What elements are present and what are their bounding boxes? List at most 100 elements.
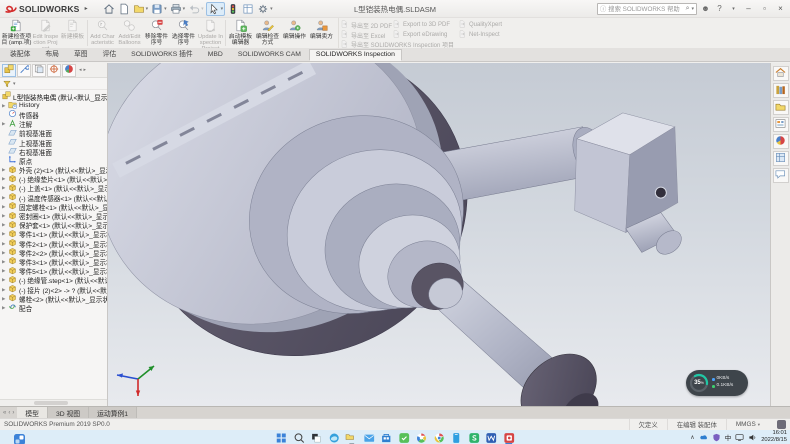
print-button[interactable]: ▾: [169, 2, 187, 16]
options-button[interactable]: ▾: [256, 2, 274, 16]
system-monitor-overlay[interactable]: 35% 0KB/s 0.1KB/s: [686, 370, 748, 396]
taskbar-task-view-icon[interactable]: [310, 431, 322, 443]
balloons-button[interactable]: Add/Edit Balloons: [116, 18, 143, 48]
fm-tab-fm-disp[interactable]: [62, 64, 76, 77]
hex-nut-front-face[interactable]: [575, 139, 630, 233]
taskpane-appearances-button[interactable]: [773, 134, 789, 149]
export-item[interactable]: 导出至 Excel: [341, 30, 385, 40]
nav-next-icon[interactable]: ›: [12, 410, 14, 416]
security-shield-icon[interactable]: [712, 433, 721, 442]
cm-tab-6[interactable]: SOLIDWORKS CAM: [231, 49, 308, 61]
help-caret-icon[interactable]: ▾: [728, 6, 739, 12]
bottom-tab-2[interactable]: 运动算例1: [89, 407, 137, 418]
undo-button[interactable]: ▾: [187, 2, 205, 16]
rebuild-button[interactable]: [226, 2, 240, 16]
taskbar-mail-icon[interactable]: [363, 431, 375, 443]
taskpane-custom-properties-button[interactable]: [773, 151, 789, 166]
help-icon[interactable]: ?: [714, 4, 725, 13]
menu-flyout-arrow[interactable]: ▸: [85, 5, 88, 12]
edit-methods-button[interactable]: 编辑检查方式: [254, 18, 281, 48]
taskpane-file-explorer-button[interactable]: [773, 100, 789, 115]
template-editor-button[interactable]: 启动模板编辑器: [227, 18, 254, 48]
widgets-button[interactable]: [14, 432, 25, 444]
characteristic-button[interactable]: Add Characteristic: [89, 18, 116, 48]
taskpane-view-palette-button[interactable]: [773, 117, 789, 132]
home-button[interactable]: [102, 2, 116, 16]
fm-tabs-overflow-left-icon[interactable]: ◂: [79, 67, 82, 73]
scrollbar-thumb[interactable]: [34, 401, 68, 405]
taskbar-app-red-icon[interactable]: [503, 431, 515, 443]
graphics-viewport[interactable]: 35% 0KB/s 0.1KB/s: [108, 63, 770, 406]
nav-first-icon[interactable]: «: [3, 410, 6, 416]
cm-tab-4[interactable]: SOLIDWORKS 插件: [124, 46, 200, 61]
minimize-button[interactable]: –: [742, 2, 755, 15]
insp-edit-button[interactable]: Edit Inspection Project: [32, 18, 59, 48]
taskbar-app-phone-icon[interactable]: [450, 431, 462, 443]
taskbar-file-explorer-icon[interactable]: [345, 431, 357, 443]
search-icon[interactable]: ⌕: [686, 5, 690, 13]
solidworks-status-icon[interactable]: [777, 420, 786, 429]
restore-button[interactable]: ▫: [758, 2, 771, 15]
search-input[interactable]: ⓘ 搜索 SOLIDWORKS 帮助 ⌕ ▾: [597, 3, 697, 15]
insp-template-button[interactable]: 新建模板: [59, 18, 86, 48]
tree-filter[interactable]: ▾: [0, 78, 107, 90]
export-item[interactable]: Export eDrawing: [393, 30, 447, 40]
fm-tabs-overflow-right-icon[interactable]: ▸: [84, 67, 87, 73]
login-user-icon[interactable]: ☻: [700, 4, 711, 13]
cm-tab-3[interactable]: 评估: [96, 46, 124, 61]
3d-model-thermocouple-assembly[interactable]: [108, 63, 770, 406]
taskbar-app-s-icon[interactable]: [468, 431, 480, 443]
taskbar-app-colorwheel-icon[interactable]: [415, 431, 427, 443]
cm-tab-2[interactable]: 草图: [67, 46, 95, 61]
export-item[interactable]: Export to 3D PDF: [393, 20, 450, 30]
input-language-indicator[interactable]: 中: [725, 432, 732, 442]
taskbar-edge-icon[interactable]: [328, 431, 340, 443]
tray-chevron-icon[interactable]: ∧: [690, 434, 694, 441]
cm-tab-7[interactable]: SOLIDWORKS Inspection: [309, 49, 402, 61]
bottom-tab-0[interactable]: 模型: [17, 407, 48, 418]
insp-new-button[interactable]: 新建检查项目 (amp.项): [1, 18, 32, 48]
taskbar-app-w-icon[interactable]: [485, 431, 497, 443]
balloon-select-button[interactable]: 选择零件序号: [170, 18, 197, 48]
cm-tab-5[interactable]: MBD: [201, 49, 230, 61]
clock[interactable]: 16:01 2022/8/15: [761, 430, 787, 443]
tree-horizontal-scrollbar[interactable]: [0, 399, 107, 406]
save-button[interactable]: ▾: [150, 2, 168, 16]
edit-operations-button[interactable]: 编辑操作: [281, 18, 308, 48]
taskpane-resources-home-button[interactable]: [773, 66, 789, 81]
fm-tab-fm-dim[interactable]: [47, 64, 61, 77]
taskbar-start-icon[interactable]: [275, 431, 287, 443]
taskpane-forum-button[interactable]: [773, 168, 789, 183]
status-item-2[interactable]: MMGS▾: [726, 419, 769, 430]
tree-item[interactable]: ▶配合: [0, 303, 107, 312]
open-button[interactable]: ▾: [132, 2, 150, 16]
taskpane-design-library-button[interactable]: [773, 83, 789, 98]
select-button[interactable]: ▾: [206, 2, 226, 16]
cm-tab-0[interactable]: 装配体: [3, 46, 37, 61]
balloon-remove-button[interactable]: 移除零件序号: [143, 18, 170, 48]
fm-tab-fm-prop[interactable]: [17, 64, 31, 77]
nav-prev-icon[interactable]: ‹: [8, 410, 10, 416]
taskbar-search-icon[interactable]: [293, 431, 305, 443]
monitor-cast-icon[interactable]: [735, 433, 744, 442]
taskbar-chrome-icon[interactable]: [433, 431, 445, 443]
bottom-tab-1[interactable]: 3D 视图: [48, 407, 89, 418]
fm-tab-fm-cfg[interactable]: [32, 64, 46, 77]
export-item[interactable]: Net-Inspect: [459, 30, 500, 40]
new-document-button[interactable]: [117, 2, 131, 16]
speaker-icon[interactable]: [748, 433, 757, 442]
file-properties-button[interactable]: [241, 2, 255, 16]
fm-tab-fm-feat[interactable]: [2, 64, 16, 77]
search-caret-icon[interactable]: ▾: [691, 6, 694, 12]
export-item[interactable]: 导出至 2D PDF: [341, 20, 392, 30]
export-item[interactable]: QualityXpert: [459, 20, 502, 30]
onedrive-icon[interactable]: [699, 433, 708, 442]
taskbar-store-icon[interactable]: [380, 431, 392, 443]
taskbar-app-green-icon[interactable]: [398, 431, 410, 443]
filter-caret-icon[interactable]: ▾: [13, 81, 16, 87]
insp-update-button[interactable]: Update Inspection Project: [197, 18, 224, 48]
close-button[interactable]: ×: [774, 2, 787, 15]
export-item[interactable]: 导出至 SOLIDWORKS Inspection 项目: [341, 40, 454, 50]
tab-nav-arrows[interactable]: « ‹ ›: [0, 407, 17, 418]
cm-tab-1[interactable]: 布局: [38, 46, 66, 61]
